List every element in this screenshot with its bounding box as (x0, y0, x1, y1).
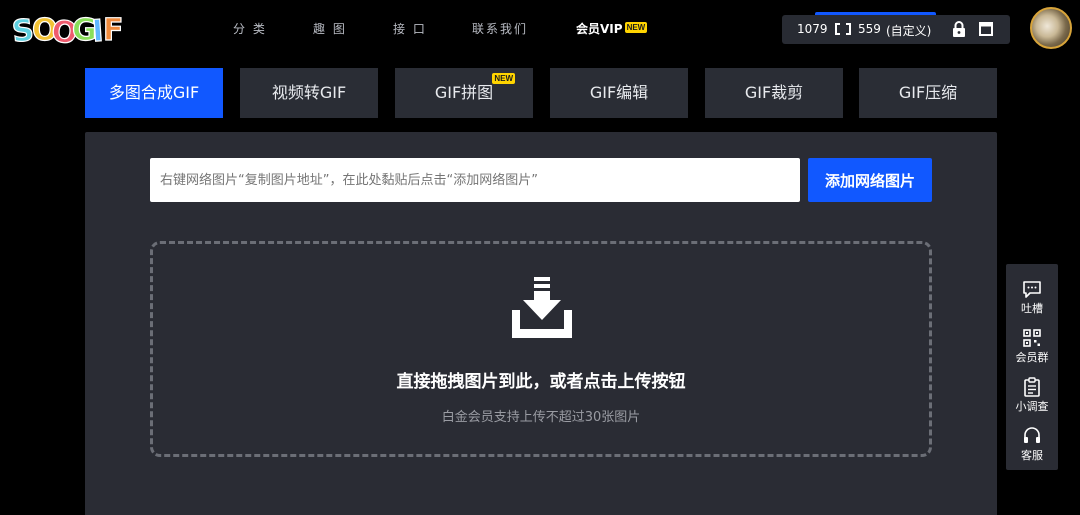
new-badge: NEW (624, 22, 648, 33)
nav-fun-gifs[interactable]: 趣 图 (313, 20, 347, 37)
tab-gif-collage[interactable]: GIF拼图 NEW (395, 68, 533, 118)
lock-icon[interactable] (952, 21, 966, 37)
window-icon[interactable] (979, 22, 993, 36)
tab-video-to-gif[interactable]: 视频转GIF (240, 68, 378, 118)
drop-zone-hint: 白金会员支持上传不超过30张图片 (441, 410, 641, 425)
tab-label: 多图合成GIF (108, 83, 200, 102)
nav-category[interactable]: 分 类 (233, 20, 267, 37)
nav-vip[interactable]: 会员VIP NEW (576, 20, 648, 37)
size-mode-label[interactable]: (自定义) (886, 22, 931, 39)
canvas-size-panel: 1079 559 (自定义) (782, 12, 1010, 44)
qr-code-icon (1023, 329, 1041, 347)
nav-vip-label: 会员VIP (576, 22, 623, 36)
clipboard-icon (1024, 377, 1040, 397)
canvas-width-value[interactable]: 1079 (797, 22, 828, 36)
sidebar-item-label: 会员群 (1015, 351, 1049, 364)
sidebar-item-customer-service[interactable]: 客服 (1006, 416, 1058, 464)
add-web-image-button[interactable]: 添加网络图片 (808, 158, 932, 202)
tab-gif-crop[interactable]: GIF裁剪 (705, 68, 843, 118)
tab-label: GIF压缩 (898, 83, 958, 102)
link-ratio-icon[interactable] (834, 22, 852, 36)
svg-text:F: F (103, 13, 122, 47)
tab-label: GIF裁剪 (744, 83, 804, 102)
headset-icon (1024, 427, 1040, 443)
sidebar-item-survey[interactable]: 小调查 (1006, 367, 1058, 415)
tab-gif-compress[interactable]: GIF压缩 (859, 68, 997, 118)
download-tray-icon (512, 277, 572, 338)
tab-gif-edit[interactable]: GIF编辑 (550, 68, 688, 118)
sidebar-item-label: 吐槽 (1021, 302, 1043, 315)
soogif-logo[interactable]: S O O G I F (12, 9, 122, 47)
sidebar-item-feedback[interactable]: 吐槽 (1006, 269, 1058, 317)
drop-zone-title: 直接拖拽图片到此，或者点击上传按钮 (396, 372, 686, 392)
avatar[interactable] (1030, 7, 1072, 49)
image-url-input[interactable] (150, 158, 800, 202)
canvas-height-value[interactable]: 559 (858, 22, 881, 36)
nav-contact-us[interactable]: 联系我们 (472, 20, 528, 37)
tab-multi-image-to-gif[interactable]: 多图合成GIF (85, 68, 223, 118)
top-navigation: S O O G I F 分 类 趣 图 接 口 联系我们 会员VIP NEW 10… (0, 0, 1080, 58)
tab-label: 视频转GIF (271, 83, 347, 102)
upload-panel: 添加网络图片 直接拖拽图片到此，或者点击上传按钮 白金会员支持上传不超过30张图… (85, 132, 997, 515)
tab-label: GIF拼图 (434, 83, 494, 102)
sidebar-item-label: 客服 (1021, 449, 1043, 462)
chat-bubble-icon (1023, 281, 1041, 298)
tab-label: GIF编辑 (589, 83, 649, 102)
drop-zone[interactable]: 直接拖拽图片到此，或者点击上传按钮 白金会员支持上传不超过30张图片 (150, 241, 932, 457)
floating-sidebar: 吐槽 会员群 小调查 客服 (1006, 264, 1058, 470)
size-panel-accent (815, 12, 936, 15)
new-badge: NEW (492, 73, 515, 84)
sidebar-item-label: 小调查 (1015, 400, 1049, 413)
nav-api[interactable]: 接 口 (393, 20, 427, 37)
sidebar-item-member-group[interactable]: 会员群 (1006, 318, 1058, 366)
